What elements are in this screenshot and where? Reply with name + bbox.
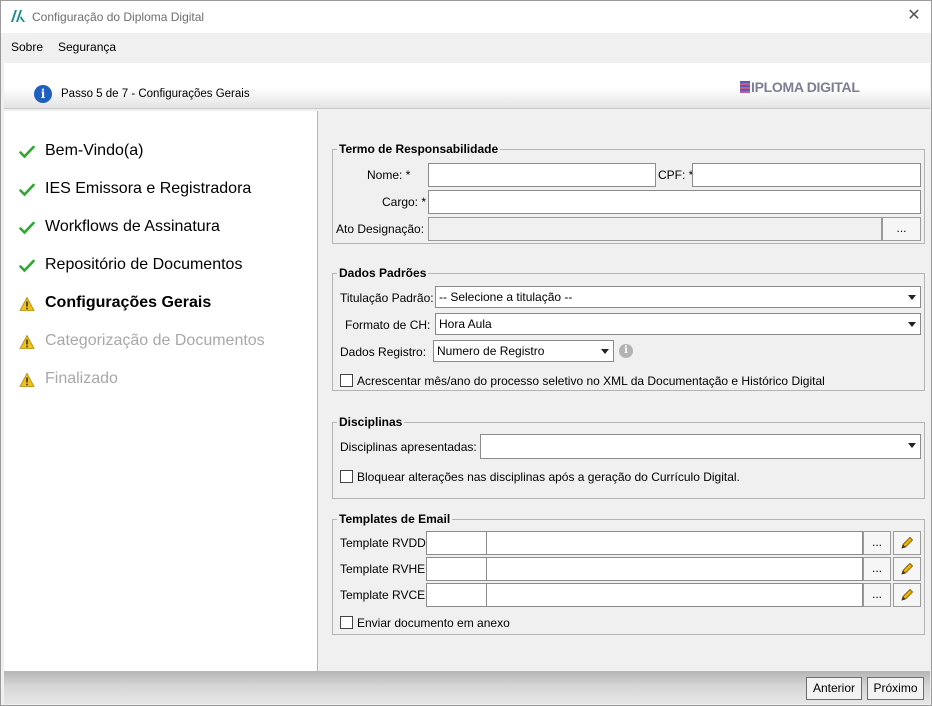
- warning-icon: [19, 372, 35, 387]
- window-title: Configuração do Diploma Digital: [32, 10, 205, 24]
- check-icon: [19, 221, 35, 235]
- formato-select[interactable]: Hora Aula: [435, 313, 921, 335]
- apresentadas-select[interactable]: [480, 434, 921, 459]
- template-rvce-edit-button[interactable]: [893, 583, 921, 607]
- anterior-button[interactable]: Anterior: [806, 677, 862, 700]
- template-rvhe-browse-button[interactable]: ...: [863, 557, 891, 581]
- anexo-label: Enviar documento em anexo: [357, 616, 510, 630]
- step-indicator: Passo 5 de 7 - Configurações Gerais: [61, 88, 250, 100]
- step-label: Finalizado: [45, 370, 118, 387]
- info-tooltip-icon[interactable]: i: [619, 344, 633, 358]
- main-content: Termo de Responsabilidade Nome: * CPF: *…: [318, 111, 930, 671]
- menu-seguranca[interactable]: Segurança: [58, 40, 116, 54]
- nome-label: Nome: *: [367, 168, 411, 182]
- template-rvhe-name[interactable]: [486, 557, 863, 581]
- dados-title: Dados Padrões: [337, 266, 429, 280]
- warning-icon: [19, 334, 35, 349]
- registro-label: Dados Registro:: [340, 345, 427, 359]
- apresentadas-label: Disciplinas apresentadas: *: [340, 440, 485, 454]
- chevron-down-icon: [908, 295, 916, 300]
- formato-value: Hora Aula: [439, 317, 492, 331]
- pencil-icon: [901, 588, 914, 601]
- chevron-down-icon: [601, 349, 609, 354]
- templates-title: Templates de Email: [337, 512, 453, 526]
- template-rvce-name[interactable]: [486, 583, 863, 607]
- template-rvhe-label: Template RVHE:: [340, 562, 429, 576]
- template-rvdd-name[interactable]: [486, 531, 863, 555]
- menu-bar: Sobre Segurança: [1, 33, 931, 59]
- acrescentar-checkbox[interactable]: [340, 374, 353, 387]
- disciplinas-title: Disciplinas: [337, 415, 405, 429]
- chevron-down-icon: [908, 443, 916, 448]
- step-label: Configurações Gerais: [45, 294, 212, 311]
- brand-mark-icon: [740, 81, 750, 93]
- titulacao-label: Titulação Padrão:: [340, 291, 434, 305]
- warning-icon: [19, 296, 35, 311]
- formato-label: Formato de CH:: [345, 318, 431, 332]
- registro-value: Numero de Registro: [437, 344, 545, 358]
- termo-title: Termo de Responsabilidade: [337, 142, 501, 156]
- disciplinas-group: Disciplinas Disciplinas apresentadas: * …: [332, 415, 925, 499]
- template-rvdd-browse-button[interactable]: ...: [863, 531, 891, 555]
- proximo-button[interactable]: Próximo: [867, 677, 924, 700]
- bloquear-label: Bloquear alterações nas disciplinas após…: [357, 470, 740, 484]
- title-bar: Configuração do Diploma Digital ✕: [1, 1, 931, 33]
- titulacao-select[interactable]: -- Selecione a titulação --: [435, 286, 921, 308]
- cpf-label: CPF: *: [658, 168, 694, 182]
- template-rvce-label: Template RVCE:: [340, 588, 429, 602]
- cpf-input[interactable]: [692, 163, 921, 187]
- anexo-checkbox[interactable]: [340, 616, 353, 629]
- nome-input[interactable]: [428, 163, 656, 187]
- bloquear-checkbox[interactable]: [340, 470, 353, 483]
- template-rvhe-code[interactable]: [426, 557, 487, 581]
- app-logo-icon: [11, 10, 25, 22]
- acrescentar-label: Acrescentar mês/ano do processo seletivo…: [357, 374, 825, 388]
- close-icon[interactable]: ✕: [903, 5, 925, 27]
- check-icon: [19, 145, 35, 159]
- titulacao-value: -- Selecione a titulação --: [439, 290, 573, 304]
- pencil-icon: [901, 536, 914, 549]
- ato-browse-button[interactable]: ...: [882, 217, 921, 241]
- step-label: Categorização de Documentos: [45, 332, 265, 349]
- cargo-input[interactable]: [428, 190, 921, 214]
- registro-select[interactable]: Numero de Registro: [433, 340, 614, 362]
- template-rvhe-edit-button[interactable]: [893, 557, 921, 581]
- step-banner: i Passo 5 de 7 - Configurações Gerais IP…: [4, 63, 930, 109]
- brand-text: IPLOMA DIGITAL: [751, 79, 860, 95]
- termo-group: Termo de Responsabilidade Nome: * CPF: *…: [332, 142, 925, 244]
- steps-sidebar: Bem-Vindo(a) IES Emissora e Registradora…: [4, 111, 317, 671]
- step-label: Repositório de Documentos: [45, 256, 243, 273]
- ato-label: Ato Designação:: [336, 222, 425, 236]
- templates-group: Templates de Email Template RVDD: ... Te…: [332, 512, 925, 635]
- menu-sobre[interactable]: Sobre: [11, 40, 43, 54]
- template-rvce-code[interactable]: [426, 583, 487, 607]
- dados-group: Dados Padrões Titulação Padrão: -- Selec…: [332, 266, 925, 391]
- pencil-icon: [901, 562, 914, 575]
- step-label: Bem-Vindo(a): [45, 142, 144, 159]
- footer-bar: Anterior Próximo: [4, 671, 930, 704]
- info-icon: i: [34, 85, 52, 103]
- template-rvdd-edit-button[interactable]: [893, 531, 921, 555]
- template-rvce-browse-button[interactable]: ...: [863, 583, 891, 607]
- brand-logo: IPLOMA DIGITAL: [740, 79, 860, 95]
- cargo-label: Cargo: *: [382, 195, 427, 209]
- template-rvdd-label: Template RVDD:: [340, 536, 430, 550]
- check-icon: [19, 183, 35, 197]
- template-rvdd-code[interactable]: [426, 531, 487, 555]
- wizard-window: Configuração do Diploma Digital ✕ Sobre …: [0, 0, 932, 706]
- step-label: IES Emissora e Registradora: [45, 180, 252, 197]
- ato-input[interactable]: [428, 217, 882, 241]
- check-icon: [19, 259, 35, 273]
- step-label: Workflows de Assinatura: [45, 218, 220, 235]
- chevron-down-icon: [908, 322, 916, 327]
